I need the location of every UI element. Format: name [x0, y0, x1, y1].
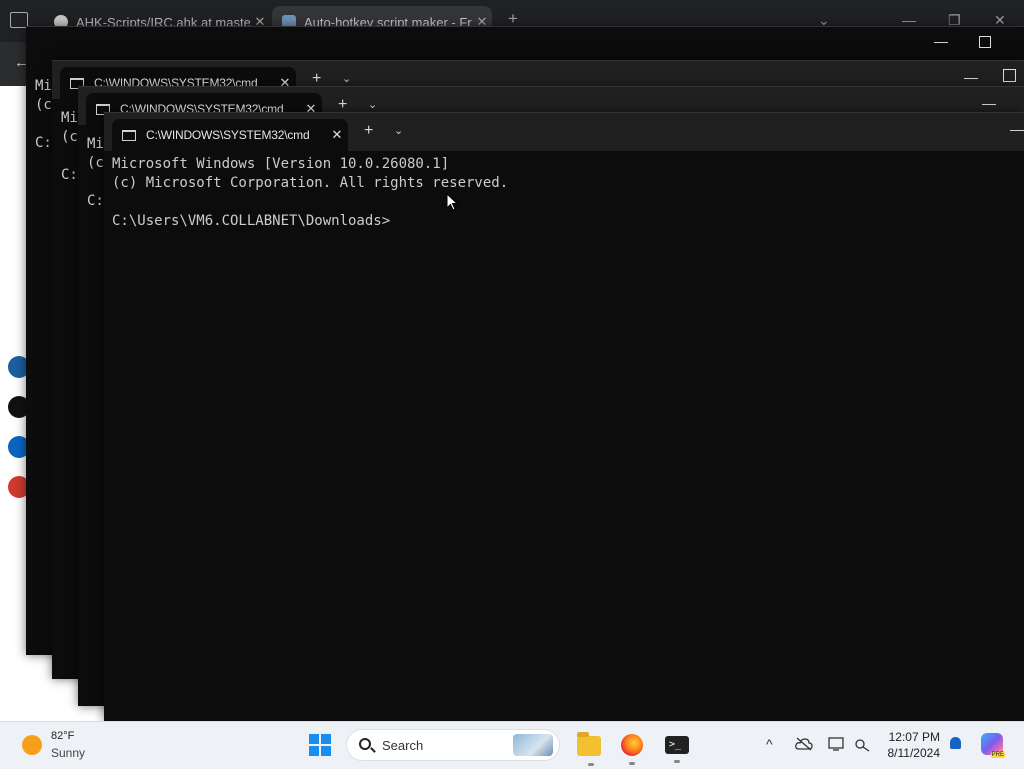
minimize-button[interactable]: —: [982, 95, 996, 111]
terminal-line: Microsoft Windows [Version 10.0.26080.1]: [112, 156, 450, 172]
tab-dropdown-button[interactable]: ⌄: [342, 72, 351, 85]
firefox-icon[interactable]: [621, 734, 643, 765]
cloud-off-icon[interactable]: [795, 737, 813, 751]
terminal-title-bar: C:\WINDOWS\SYSTEM32\cmd ✕ + ⌄ —: [104, 113, 1024, 151]
terminal-window-active[interactable]: C:\WINDOWS\SYSTEM32\cmd ✕ + ⌄ — Microsof…: [104, 112, 1024, 722]
weather-description[interactable]: Sunny: [51, 746, 85, 760]
taskbar: 82°F Sunny Search >_ ^ 12:07 PM 8/11/202…: [0, 721, 1024, 769]
minimize-button[interactable]: —: [934, 33, 948, 49]
search-highlight-image: [513, 734, 553, 756]
terminal-line: (c) Microsoft Corporation. All rights re…: [112, 175, 509, 191]
minimize-button[interactable]: —: [1010, 121, 1024, 137]
terminal-output: Mi (c C:: [61, 110, 78, 183]
tab-dropdown-button[interactable]: ⌄: [394, 124, 403, 137]
show-hidden-icons-button[interactable]: ^: [766, 736, 773, 752]
clock-time[interactable]: 12:07 PM: [880, 730, 940, 744]
preview-badge: PRE: [990, 752, 1005, 758]
tab-dropdown-button[interactable]: ⌄: [368, 98, 377, 111]
windows-start-icon[interactable]: [309, 734, 331, 756]
search-placeholder: Search: [382, 738, 424, 753]
terminal-app-icon[interactable]: >_: [665, 736, 689, 763]
network-icon[interactable]: [854, 737, 870, 752]
mouse-cursor-icon: [446, 193, 458, 211]
terminal-prompt: C:\Users\VM6.COLLABNET\Downloads>: [112, 213, 391, 229]
search-icon: [359, 738, 371, 750]
maximize-button[interactable]: [1003, 69, 1016, 82]
terminal-tab-icon: [122, 129, 136, 141]
copilot-icon[interactable]: PRE: [981, 733, 1005, 758]
browser-nav-bar: ←: [0, 42, 29, 86]
new-tab-button[interactable]: +: [364, 122, 373, 140]
display-icon[interactable]: [828, 737, 846, 752]
terminal-tab[interactable]: C:\WINDOWS\SYSTEM32\cmd ✕: [112, 119, 348, 151]
close-tab-button[interactable]: ✕: [326, 127, 348, 143]
weather-temperature[interactable]: 82°F: [51, 730, 74, 742]
terminal-tab-title: C:\WINDOWS\SYSTEM32\cmd: [146, 128, 310, 142]
minimize-button[interactable]: —: [964, 69, 978, 85]
maximize-button[interactable]: [979, 36, 991, 48]
file-explorer-icon[interactable]: [577, 732, 601, 766]
sunny-weather-icon[interactable]: [22, 735, 42, 755]
bell-icon[interactable]: [950, 737, 961, 749]
clock-date[interactable]: 8/11/2024: [880, 746, 941, 760]
terminal-output: Mi (c C:: [87, 136, 104, 209]
taskbar-search[interactable]: Search: [346, 729, 560, 761]
terminal-output: Mi (c C:: [35, 78, 52, 151]
